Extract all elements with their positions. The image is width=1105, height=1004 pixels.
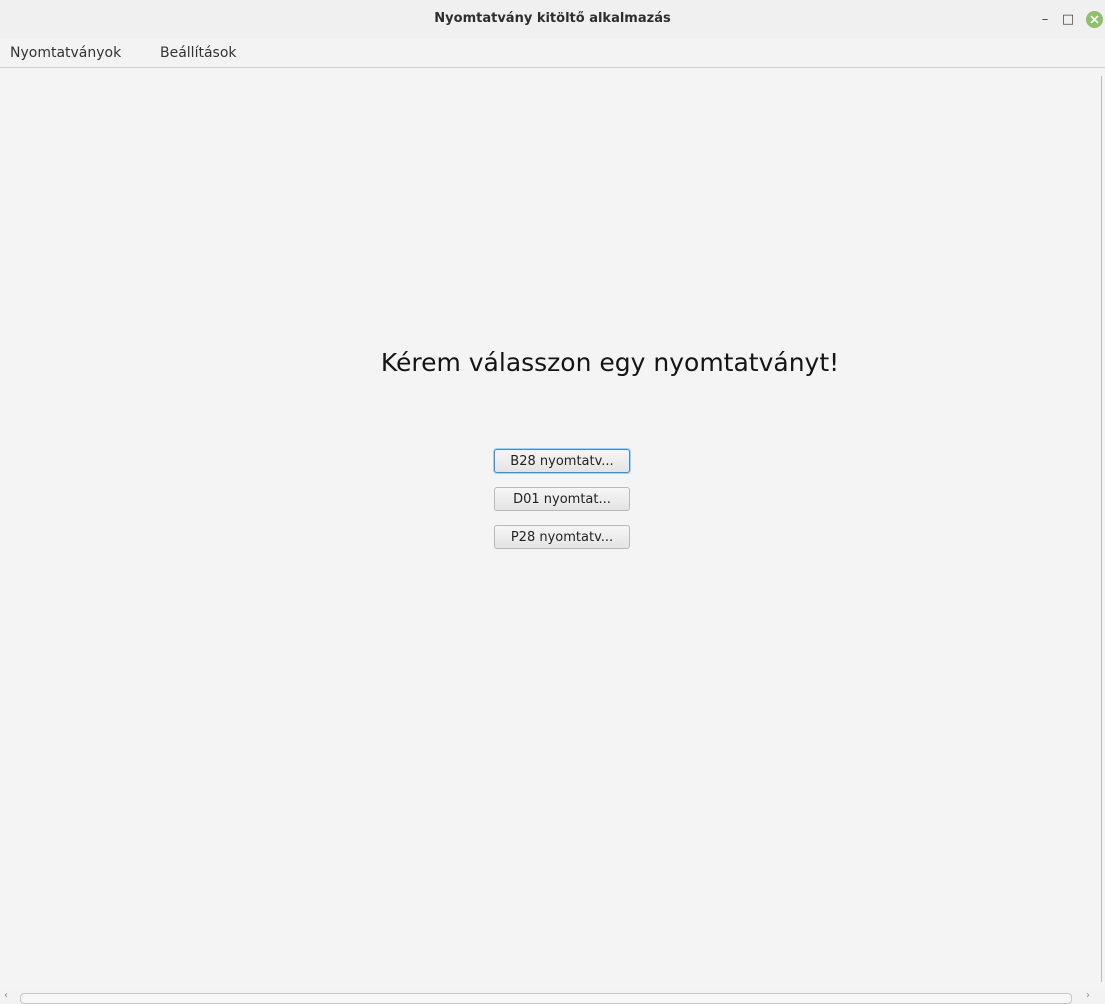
page-heading: Kérem válasszon egy nyomtatványt! bbox=[380, 348, 840, 377]
maximize-icon: □ bbox=[1061, 11, 1075, 27]
menu-nyomtatvanyok[interactable]: Nyomtatványok bbox=[10, 45, 121, 61]
menu-bar: Nyomtatványok Beállítások bbox=[0, 38, 1105, 68]
b28-form-button[interactable]: B28 nyomtatv... bbox=[494, 449, 630, 473]
close-button[interactable] bbox=[1084, 9, 1104, 29]
d01-form-button[interactable]: D01 nyomtat... bbox=[494, 487, 630, 511]
minimize-icon: – bbox=[1041, 11, 1049, 27]
vertical-scrollbar[interactable] bbox=[1098, 68, 1105, 986]
close-icon bbox=[1085, 10, 1103, 28]
minimize-button[interactable]: – bbox=[1035, 9, 1055, 29]
p28-form-button[interactable]: P28 nyomtatv... bbox=[494, 525, 630, 549]
app-window: Nyomtatvány kitöltő alkalmazás – □ Nyomt… bbox=[0, 0, 1105, 1004]
window-title: Nyomtatvány kitöltő alkalmazás bbox=[434, 11, 671, 26]
title-bar[interactable]: Nyomtatvány kitöltő alkalmazás – □ bbox=[0, 0, 1105, 38]
maximize-button[interactable]: □ bbox=[1058, 9, 1078, 29]
scroll-right-icon[interactable]: › bbox=[1086, 990, 1090, 1001]
menu-beallitasok[interactable]: Beállítások bbox=[160, 45, 237, 61]
scroll-left-icon[interactable]: ‹ bbox=[4, 990, 8, 1001]
horizontal-scrollbar-track[interactable] bbox=[20, 993, 1072, 1004]
vertical-scrollbar-thumb[interactable] bbox=[1101, 76, 1102, 982]
close-x-glyph bbox=[1089, 14, 1099, 24]
horizontal-scrollbar[interactable]: ‹ › bbox=[0, 990, 1105, 1004]
